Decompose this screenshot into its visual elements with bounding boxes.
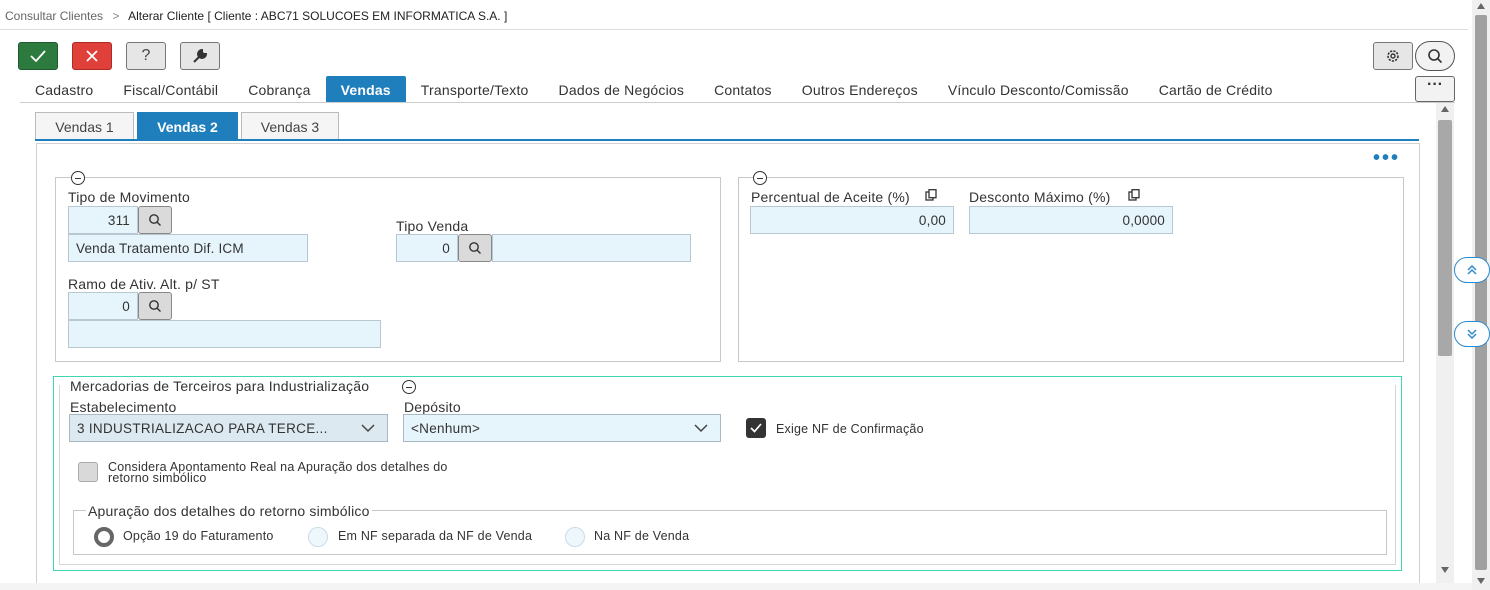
scroll-up-arrow-icon[interactable] [1441, 106, 1449, 112]
radio-na-nf-venda[interactable] [565, 527, 585, 547]
tipo-movimento-label: Tipo de Movimento [68, 189, 190, 205]
subtab-vendas-1[interactable]: Vendas 1 [35, 112, 134, 140]
content-scrollbar-thumb[interactable] [1438, 120, 1452, 356]
percentual-aceite-label: Percentual de Aceite (%) [751, 189, 910, 205]
estabelecimento-label: Estabelecimento [70, 399, 177, 415]
tabs-divider [20, 102, 1455, 103]
tab-contatos[interactable]: Contatos [699, 76, 787, 102]
confirm-button[interactable] [18, 42, 58, 70]
search-button[interactable] [1415, 41, 1455, 71]
tipo-movimento-description: Venda Tratamento Dif. ICM [68, 234, 308, 262]
tab-dados-negocios[interactable]: Dados de Negócios [544, 76, 700, 102]
help-button[interactable]: ? [126, 42, 166, 70]
search-icon [149, 300, 161, 312]
exige-nf-checkbox[interactable] [746, 418, 766, 438]
desconto-maximo-label: Desconto Máximo (%) [969, 189, 1111, 205]
breadcrumb: Consultar Clientes > Alterar Cliente [ C… [5, 9, 507, 23]
tipo-movimento-input[interactable]: 311 [68, 206, 138, 234]
main-tabs: Cadastro Fiscal/Contábil Cobrança Vendas… [20, 76, 1288, 102]
radio-nf-separada[interactable] [308, 527, 328, 547]
desconto-maximo-input[interactable]: 0,0000 [969, 206, 1173, 234]
check-icon [750, 423, 762, 433]
deposito-select[interactable]: <Nenhum> [403, 414, 721, 442]
header-divider [0, 29, 1468, 30]
ramo-atividade-label: Ramo de Ativ. Alt. p/ ST [68, 276, 220, 292]
more-tabs-button[interactable]: ··· [1415, 76, 1455, 102]
radio-opcao-19[interactable] [94, 527, 114, 547]
radio-nf-separada-label: Em NF separada da NF de Venda [338, 529, 533, 543]
scroll-top-button[interactable] [1454, 257, 1490, 283]
wrench-icon [193, 48, 208, 63]
search-icon [1428, 49, 1443, 64]
scroll-bottom-button[interactable] [1454, 321, 1490, 347]
search-icon [149, 214, 161, 226]
tipo-venda-search-button[interactable] [458, 234, 492, 262]
considera-apontamento-label-line2: retorno simbólico [108, 471, 207, 485]
breadcrumb-separator: > [112, 9, 120, 23]
double-chevron-down-icon [1467, 329, 1477, 339]
tab-outros-enderecos[interactable]: Outros Endereços [787, 76, 933, 102]
double-chevron-up-icon [1467, 265, 1477, 275]
close-icon [86, 50, 98, 62]
tipo-venda-input[interactable]: 0 [396, 234, 458, 262]
subtabs-underline [35, 139, 1419, 141]
collapse-discount-icon[interactable] [753, 171, 767, 185]
deposito-value: <Nenhum> [411, 421, 481, 436]
deposito-label: Depósito [404, 399, 461, 415]
collapse-terceiros-icon[interactable] [402, 380, 416, 394]
ramo-atividade-search-button[interactable] [138, 292, 172, 320]
tab-transporte-texto[interactable]: Transporte/Texto [406, 76, 544, 102]
breadcrumb-current: Alterar Cliente [ Cliente : ABC71 SOLUCO… [128, 9, 508, 23]
chevron-down-icon [694, 424, 708, 433]
tab-cobranca[interactable]: Cobrança [233, 76, 325, 102]
ramo-atividade-input[interactable]: 0 [68, 292, 138, 320]
help-icon: ? [141, 47, 151, 64]
considera-apontamento-label: Considera Apontamento Real na Apuração d… [108, 461, 448, 485]
breadcrumb-parent-link[interactable]: Consultar Clientes [5, 9, 103, 23]
chevron-down-icon [361, 424, 375, 433]
copy-icon[interactable] [1128, 189, 1140, 201]
page-scroll-up-icon[interactable] [1477, 3, 1485, 9]
considera-apontamento-checkbox[interactable] [78, 462, 98, 482]
radio-opcao-19-label: Opção 19 do Faturamento [123, 529, 274, 543]
estabelecimento-value: 3 INDUSTRIALIZACAO PARA TERCE... [77, 421, 328, 436]
collapse-movement-icon[interactable] [71, 171, 85, 185]
apuracao-title: Apuração dos detalhes do retorno simbóli… [86, 503, 372, 519]
tipo-movimento-search-button[interactable] [138, 206, 172, 234]
subtab-vendas-2[interactable]: Vendas 2 [137, 112, 238, 140]
subtab-vendas-3[interactable]: Vendas 3 [241, 112, 339, 140]
more-options-icon[interactable]: ••• [1373, 148, 1400, 168]
copy-icon[interactable] [925, 189, 937, 201]
tab-vendas[interactable]: Vendas [325, 76, 406, 102]
tab-cartao-credito[interactable]: Cartão de Crédito [1144, 76, 1288, 102]
tools-button[interactable] [180, 42, 220, 70]
tipo-venda-description [492, 234, 691, 262]
tab-cadastro[interactable]: Cadastro [20, 76, 108, 102]
gear-icon [1387, 50, 1399, 62]
radio-na-nf-venda-label: Na NF de Venda [594, 529, 690, 543]
ramo-atividade-description [68, 320, 381, 348]
page-scroll-down-icon[interactable] [1477, 578, 1485, 584]
percentual-aceite-input[interactable]: 0,00 [750, 206, 954, 234]
search-icon [469, 242, 481, 254]
horizontal-scroll-strip [0, 583, 1472, 590]
estabelecimento-select[interactable]: 3 INDUSTRIALIZACAO PARA TERCE... [69, 414, 388, 442]
tipo-venda-label: Tipo Venda [396, 218, 469, 234]
check-icon [30, 50, 46, 62]
exige-nf-label: Exige NF de Confirmação [776, 422, 924, 436]
tab-fiscal-contabil[interactable]: Fiscal/Contábil [108, 76, 233, 102]
app-root: Consultar Clientes > Alterar Cliente [ C… [0, 0, 1490, 590]
scroll-down-arrow-icon[interactable] [1441, 567, 1449, 573]
cancel-button[interactable] [72, 42, 112, 70]
terceiros-title: Mercadorias de Terceiros para Industrial… [70, 378, 372, 394]
page-scrollbar-thumb[interactable] [1475, 15, 1487, 570]
tab-vinculo-desconto[interactable]: Vínculo Desconto/Comissão [933, 76, 1144, 102]
settings-button[interactable] [1373, 42, 1413, 70]
